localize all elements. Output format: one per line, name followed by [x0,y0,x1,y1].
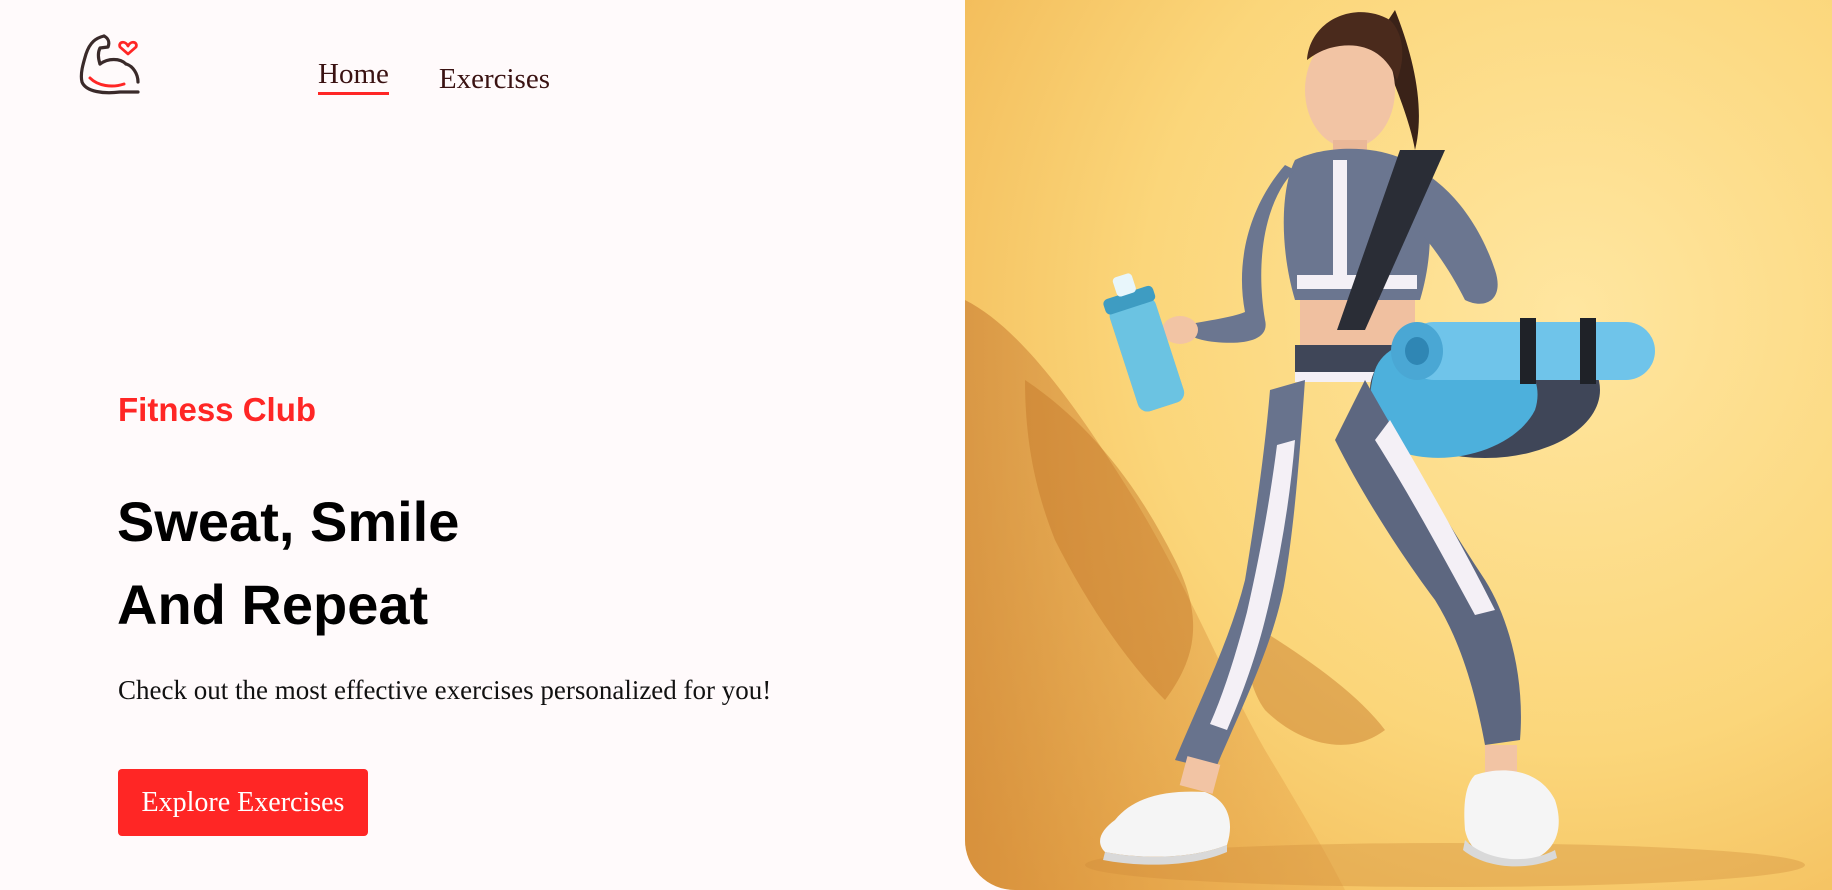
flexed-arm-heart-icon [79,34,140,95]
hero-headline-line-2: And Repeat [117,573,429,636]
hero-banner-image [965,0,1832,890]
explore-exercises-button[interactable]: Explore Exercises [118,769,368,836]
nav-link-exercises[interactable]: Exercises [439,65,550,95]
main-nav: Home Exercises [318,60,550,95]
hero-eyebrow: Fitness Club [118,391,317,428]
nav-link-home[interactable]: Home [318,60,389,95]
logo[interactable] [78,32,142,96]
hero-subtitle: Check out the most effective exercises p… [118,675,772,705]
woman-walking-with-gym-bag-image [965,0,1832,890]
hero-headline: Sweat, Smile And Repeat [117,480,459,646]
hero-headline-line-1: Sweat, Smile [117,490,460,553]
